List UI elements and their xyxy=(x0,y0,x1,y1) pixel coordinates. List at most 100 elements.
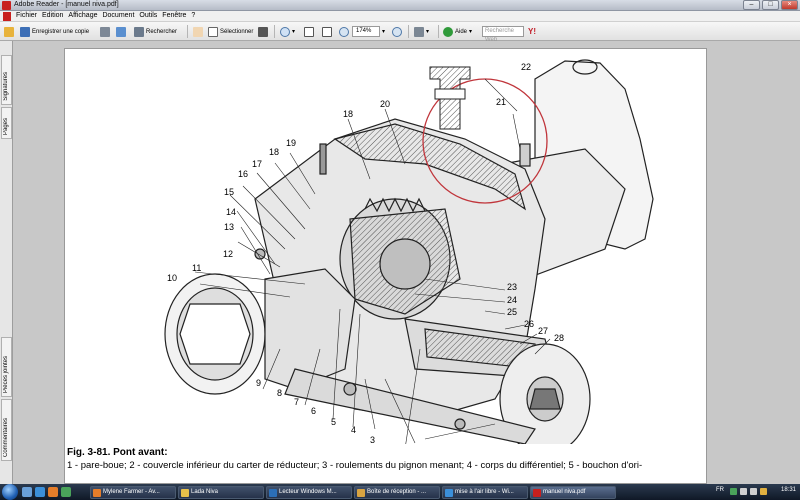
toolbar-divider xyxy=(274,25,275,38)
email-button[interactable] xyxy=(116,25,128,38)
document-viewport[interactable]: 1 2 3 4 5 6 7 8 9 10 11 12 13 14 15 16 1… xyxy=(14,41,800,484)
save-copy-button[interactable]: Enregistrer une copie xyxy=(20,25,89,38)
chevron-down-icon: ▾ xyxy=(292,29,296,35)
callout-4: 4 xyxy=(351,425,356,435)
menu-fichier[interactable]: Fichier xyxy=(16,12,37,19)
zoom-input[interactable]: 174% xyxy=(352,26,380,37)
help-label: Aide xyxy=(455,28,468,35)
fit-width-icon xyxy=(322,26,332,37)
zoom-tool-button[interactable]: ▾ xyxy=(280,25,295,38)
tab-attachments-label: Pièces jointes xyxy=(3,355,9,393)
help-button[interactable]: Aide ▾ xyxy=(443,25,472,38)
pdf-icon xyxy=(533,489,541,497)
fit-width-button[interactable] xyxy=(322,25,334,38)
callout-13: 13 xyxy=(224,222,234,232)
menu-affichage[interactable]: Affichage xyxy=(68,12,97,19)
close-button[interactable]: × xyxy=(781,0,798,10)
search-label: Rechercher xyxy=(146,28,178,35)
zoom-in-button[interactable] xyxy=(392,25,404,38)
pdf-page: 1 2 3 4 5 6 7 8 9 10 11 12 13 14 15 16 1… xyxy=(64,48,707,484)
callout-27: 27 xyxy=(538,326,548,336)
maximize-button[interactable]: □ xyxy=(762,0,779,10)
task-pdf[interactable]: manuel niva.pdf xyxy=(530,486,616,499)
tab-comments-label: Commentaires xyxy=(3,417,9,457)
camera-icon xyxy=(258,26,268,37)
search-web-input[interactable]: Recherche Web xyxy=(482,26,524,43)
minimize-button[interactable]: – xyxy=(743,0,760,10)
menu-fenetre[interactable]: Fenêtre xyxy=(162,12,186,19)
task-media-player[interactable]: Lecteur Windows M... xyxy=(266,486,352,499)
title-bar: Adobe Reader - [manuel niva.pdf] – □ × xyxy=(0,0,800,11)
clock[interactable]: 18:31 xyxy=(781,487,796,493)
task-firefox[interactable]: Mylene Farmer - Av... xyxy=(90,486,176,499)
hand-tool-button[interactable] xyxy=(193,25,205,38)
language-indicator[interactable]: FR xyxy=(716,487,724,493)
menu-document[interactable]: Document xyxy=(102,12,134,19)
open-folder-icon xyxy=(4,26,14,37)
navigation-panel: Signatures Pages Pièces jointes Commenta… xyxy=(0,41,13,484)
callout-18-top: 18 xyxy=(343,109,353,119)
callout-5: 5 xyxy=(331,417,336,427)
open-button[interactable] xyxy=(4,25,16,38)
callout-11: 11 xyxy=(192,263,201,273)
rotate-button[interactable]: ▾ xyxy=(414,25,429,38)
task-media-player-label: Lecteur Windows M... xyxy=(279,489,337,495)
firefox-quicklaunch-icon[interactable] xyxy=(48,487,58,497)
callout-12: 12 xyxy=(223,249,233,259)
fit-page-button[interactable] xyxy=(304,25,316,38)
switch-windows-icon[interactable] xyxy=(61,487,71,497)
task-browser-label: mise à l'air libre - Wi... xyxy=(455,489,514,495)
print-button[interactable] xyxy=(100,25,112,38)
tab-comments[interactable]: Commentaires xyxy=(1,399,12,461)
toolbar-divider xyxy=(408,25,409,38)
show-desktop-icon[interactable] xyxy=(22,487,32,497)
front-axle-drawing: 1 2 3 4 5 6 7 8 9 10 11 12 13 14 15 16 1… xyxy=(164,59,654,444)
yahoo-button[interactable]: Y! xyxy=(528,25,536,38)
search-button[interactable]: Rechercher xyxy=(134,25,177,38)
chevron-down-icon: ▾ xyxy=(469,29,473,35)
zoom-out-button[interactable] xyxy=(339,25,351,38)
plus-icon xyxy=(392,26,402,37)
callout-23: 23 xyxy=(507,282,517,292)
volume-icon[interactable] xyxy=(750,488,757,495)
folder-icon xyxy=(181,489,189,497)
print-icon xyxy=(100,26,110,37)
zoom-dropdown[interactable]: ▾ xyxy=(382,25,385,38)
snapshot-button[interactable] xyxy=(258,25,270,38)
tab-attachments[interactable]: Pièces jointes xyxy=(1,337,12,397)
menu-outils[interactable]: Outils xyxy=(139,12,157,19)
menu-help[interactable]: ? xyxy=(191,12,195,19)
callout-21: 21 xyxy=(496,97,506,107)
callout-24: 24 xyxy=(507,295,517,305)
pdf-document-icon xyxy=(3,12,11,21)
tab-signatures[interactable]: Signatures xyxy=(1,55,12,105)
task-folder[interactable]: Lada Niva xyxy=(178,486,264,499)
ie-icon xyxy=(445,489,453,497)
yahoo-icon: Y! xyxy=(528,27,536,36)
figure-caption: Fig. 3-81. Pont avant: 1 - pare-boue; 2 … xyxy=(67,447,706,471)
breather-detail-inset xyxy=(429,66,471,130)
callout-19: 19 xyxy=(286,138,296,148)
task-mail[interactable]: Boîte de réception - ... xyxy=(354,486,440,499)
tab-signatures-label: Signatures xyxy=(3,72,9,101)
caption-title: Fig. 3-81. Pont avant: xyxy=(67,447,168,458)
network-icon[interactable] xyxy=(740,488,747,495)
tray-app-icon[interactable] xyxy=(730,488,737,495)
zoom-in-icon xyxy=(280,26,290,37)
email-icon xyxy=(116,26,126,37)
save-icon xyxy=(20,26,30,37)
callout-18: 18 xyxy=(269,147,279,157)
start-button[interactable] xyxy=(2,484,18,500)
task-folder-label: Lada Niva xyxy=(191,489,219,495)
task-firefox-label: Mylene Farmer - Av... xyxy=(103,489,160,495)
menu-edition[interactable]: Edition xyxy=(42,12,63,19)
select-tool-button[interactable]: Sélectionner xyxy=(208,25,253,38)
callout-3: 3 xyxy=(370,435,375,444)
ie-quicklaunch-icon[interactable] xyxy=(35,487,45,497)
tab-pages[interactable]: Pages xyxy=(1,107,12,139)
task-browser[interactable]: mise à l'air libre - Wi... xyxy=(442,486,528,499)
notification-icon[interactable] xyxy=(760,488,767,495)
callout-28: 28 xyxy=(554,333,564,343)
help-icon xyxy=(443,26,453,37)
mail-icon xyxy=(357,489,365,497)
